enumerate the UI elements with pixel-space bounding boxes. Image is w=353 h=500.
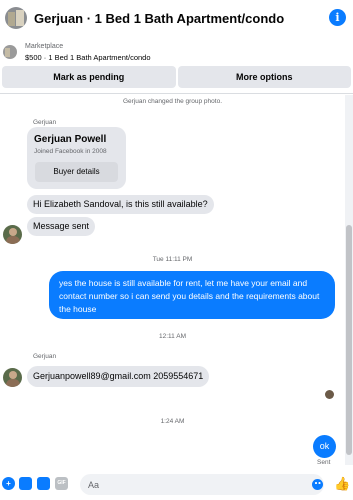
- listing-summary: $500 · 1 Bed 1 Bath Apartment/condo: [25, 52, 151, 62]
- listing-thumbnail: [3, 45, 17, 59]
- gif-icon[interactable]: GIF: [55, 477, 68, 490]
- buyer-name[interactable]: Gerjuan Powell: [34, 134, 106, 145]
- buyer-avatar[interactable]: [3, 225, 22, 244]
- inquiry-message[interactable]: Hi Elizabeth Sandoval, is this still ava…: [27, 195, 214, 214]
- contact-info-message[interactable]: Gerjuanpowell89@gmail.com 2059554671: [27, 366, 210, 387]
- buyer-avatar[interactable]: [3, 368, 22, 387]
- sent-status: Sent: [317, 459, 331, 466]
- scrollbar-thumb[interactable]: [346, 225, 352, 455]
- sender-name: Gerjuan: [33, 353, 57, 360]
- ok-message[interactable]: ok: [313, 435, 336, 458]
- sender-name: Gerjuan: [33, 119, 57, 126]
- message-input[interactable]: [80, 474, 324, 495]
- more-options-button[interactable]: More options: [177, 66, 351, 88]
- group-avatar[interactable]: [5, 7, 27, 29]
- auto-reply-message[interactable]: Message sent: [27, 217, 96, 236]
- reply-line: the house: [59, 304, 97, 314]
- info-icon[interactable]: i: [329, 9, 346, 26]
- photo-icon[interactable]: [19, 477, 32, 490]
- timestamp: 1:24 AM: [160, 418, 185, 425]
- seen-indicator-avatar: [325, 390, 334, 399]
- listing-actions: Mark as pending More options: [2, 66, 351, 90]
- conversation-header: Gerjuan · 1 Bed 1 Bath Apartment/condo: [0, 0, 353, 36]
- group-photo-notice: Gerjuan changed the group photo.: [122, 98, 223, 105]
- marketplace-listing[interactable]: Marketplace $500 · 1 Bed 1 Bath Apartmen…: [0, 38, 353, 66]
- mark-as-pending-button[interactable]: Mark as pending: [2, 66, 176, 88]
- message-composer: + GIF 👍: [0, 470, 353, 500]
- conversation-title[interactable]: Gerjuan · 1 Bed 1 Bath Apartment/condo: [34, 11, 284, 26]
- emoji-icon[interactable]: [312, 479, 323, 490]
- buyer-details-button[interactable]: Buyer details: [35, 162, 118, 182]
- buyer-joined: Joined Facebook in 2008: [34, 148, 107, 155]
- divider: [0, 93, 353, 94]
- timestamp: Tue 11:11 PM: [152, 256, 193, 263]
- thumbs-up-icon[interactable]: 👍: [334, 476, 350, 491]
- seller-reply-message[interactable]: yes the house is still available for ren…: [49, 271, 335, 319]
- timestamp: 12:11 AM: [159, 333, 186, 340]
- reply-line: contact number so i can send you details…: [59, 291, 320, 301]
- add-icon[interactable]: +: [2, 477, 15, 490]
- buyer-profile-card: Gerjuan Powell Joined Facebook in 2008 B…: [27, 127, 126, 189]
- reply-line: yes the house is still available for ren…: [59, 278, 308, 288]
- marketplace-label: Marketplace: [25, 42, 64, 50]
- sticker-icon[interactable]: [37, 477, 50, 490]
